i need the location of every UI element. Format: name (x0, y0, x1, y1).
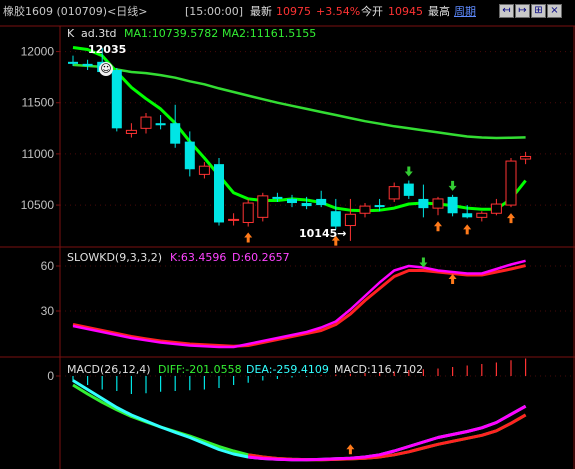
candle-body-down (170, 123, 181, 144)
candle-body-up (140, 116, 152, 129)
price-tick-label: 11000 (22, 147, 55, 161)
chart-frame (0, 25, 575, 469)
price-tick-label: 11500 (22, 96, 55, 110)
candle-body-down (374, 205, 385, 208)
candle-body-up (490, 203, 502, 214)
candle-body-up (432, 198, 444, 209)
macd-panel-label: MACD(26,12,4) (67, 363, 151, 376)
candle-body-up (359, 205, 371, 214)
kd-tick-label: 60 (41, 259, 55, 273)
macd-legend: MACD:116.7102 (334, 363, 424, 376)
sell-arrow-icon (404, 166, 413, 177)
diff-series-line (72, 379, 527, 462)
candle-body-up (344, 213, 356, 227)
candle-body-down (316, 198, 327, 206)
candle-body-up (476, 212, 488, 218)
low-price-annotation: 10145→ (299, 227, 347, 240)
main-formula-label: ad.3td (81, 27, 117, 40)
candle-body-down (447, 196, 458, 214)
candle-body-down (301, 203, 312, 207)
price-tick-label: 10500 (21, 198, 55, 212)
candle-body-up (520, 155, 532, 160)
main-panel-label: K (67, 27, 75, 40)
candle-body-down (462, 213, 473, 218)
kd-panel-label: SLOWKD(9,3,3,2) (67, 251, 163, 264)
k-legend: K:63.4596 (170, 251, 227, 264)
candle-body-up (242, 202, 254, 223)
buy-arrow-icon (346, 444, 355, 455)
macd-signal-markers (346, 444, 355, 455)
macd-lines (72, 379, 527, 462)
candle-body-down (111, 70, 122, 129)
dea-legend: DEA:-259.4109 (246, 363, 329, 376)
macd-tick-label: 0 (47, 369, 54, 383)
sell-arrow-icon (448, 180, 457, 191)
candle-body-down (68, 61, 78, 64)
candlestick-series (68, 48, 532, 241)
candle-body-down (184, 141, 195, 170)
candle-body-up (505, 160, 517, 206)
candle-body-down (272, 196, 283, 199)
high-price-annotation: 12035 (88, 43, 127, 56)
buy-arrow-icon (434, 221, 442, 232)
candle-body-up (198, 165, 210, 175)
buy-arrow-icon (448, 274, 457, 284)
kd-tick-label: 30 (41, 304, 55, 318)
candle-body-up (257, 195, 269, 218)
d-legend: D:60.2657 (232, 251, 290, 264)
buy-arrow-icon (463, 224, 472, 235)
candle-body-down (330, 211, 341, 227)
diff-rising-segment (248, 404, 527, 462)
candle-body-up (388, 186, 400, 200)
smiley-face-icon: ☺ (99, 62, 113, 76)
candle-body-up (228, 218, 240, 221)
candle-body-up (125, 129, 137, 134)
candle-body-down (287, 198, 297, 204)
candle-body-down (82, 63, 93, 66)
ma1-legend: MA1:10739.5782 (124, 27, 219, 40)
k-series-line (72, 259, 526, 349)
buy-arrow-icon (507, 213, 515, 224)
candle-body-down (214, 164, 224, 223)
kd-axis: 60 30 (41, 259, 575, 318)
kd-lines (72, 259, 526, 349)
dea-series-line (72, 383, 527, 462)
buy-arrow-icon (244, 232, 253, 243)
candle-body-down (403, 183, 414, 196)
price-tick-label: 12000 (21, 45, 55, 59)
ma2-legend: MA2:11161.5155 (222, 27, 317, 40)
candle-body-down (155, 123, 166, 126)
diff-legend: DIFF:-201.0558 (158, 363, 242, 376)
candle-body-down (418, 198, 429, 209)
stock-chart[interactable]: 12000 11500 11000 10500 60 30 0 (0, 0, 575, 469)
